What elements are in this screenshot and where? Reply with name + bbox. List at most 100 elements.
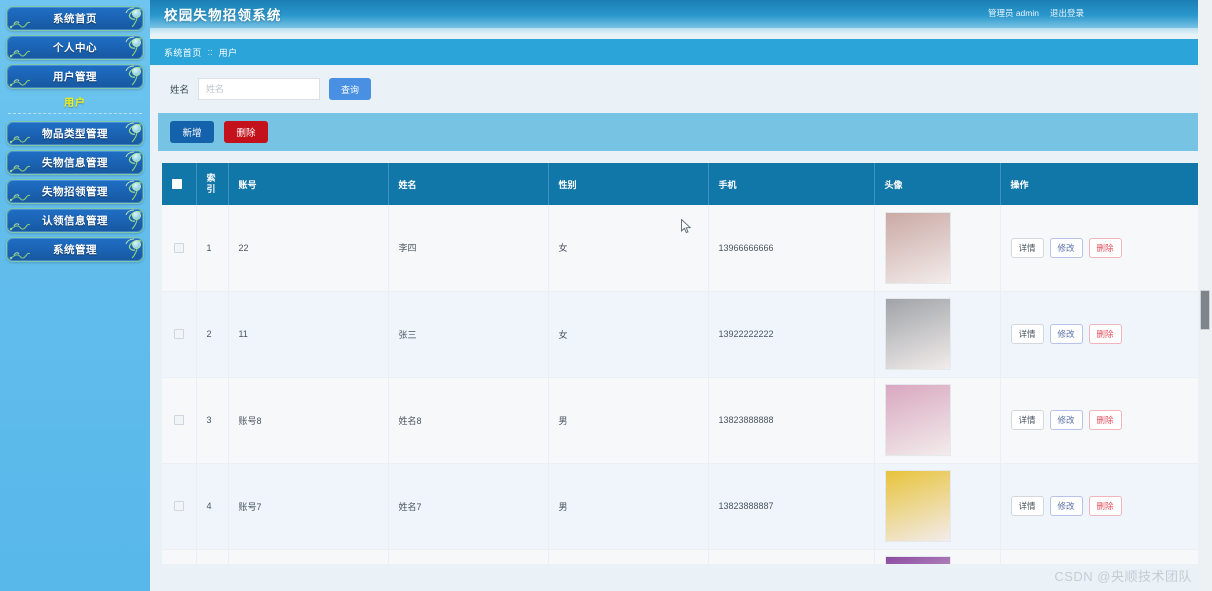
breadcrumb-current: 用户	[218, 47, 238, 58]
select-all-checkbox[interactable]	[172, 179, 182, 190]
delete-button[interactable]: 删除	[224, 121, 268, 143]
header-name: 姓名	[388, 163, 549, 205]
menu-knob-icon	[132, 9, 141, 18]
cell-account	[228, 549, 389, 564]
row-select-cell[interactable]	[162, 205, 197, 292]
table-row[interactable]: 1 22 李四女 13966666666 详情 修改 删除	[162, 205, 1200, 292]
sidebar-item-claim-info-management[interactable]: 认领信息管理	[6, 208, 144, 233]
row-checkbox[interactable]	[173, 329, 184, 340]
edit-button[interactable]: 修改	[1049, 324, 1083, 344]
sidebar-item-label: 失物招领管理	[42, 186, 108, 198]
avatar[interactable]	[884, 384, 951, 456]
detail-button[interactable]: 详情	[1010, 324, 1044, 344]
row-action-group: 详情 修改 删除	[1010, 410, 1191, 430]
table-action-bar: 新增 删除	[158, 113, 1204, 151]
vine-ornament-icon	[9, 136, 31, 144]
sidebar-item-label: 失物信息管理	[42, 157, 108, 169]
cell-avatar	[874, 549, 1001, 564]
sidebar-item-system-management[interactable]: 系统管理	[6, 237, 144, 262]
row-action-group: 详情 修改 删除	[1010, 324, 1191, 344]
user-area: 管理员 admin 退出登录	[988, 7, 1084, 19]
edit-button[interactable]: 修改	[1049, 410, 1083, 430]
sidebar-item-lost-info-management[interactable]: 失物信息管理	[6, 150, 144, 175]
menu-knob-icon	[132, 153, 141, 162]
scrollbar-thumb[interactable]	[1200, 290, 1210, 330]
content-panel: 姓名 查询 新增 删除 索引 账号	[150, 65, 1212, 591]
cell-account: 22	[228, 205, 389, 292]
cell-name: 张三	[388, 291, 549, 378]
sidebar-item-label: 系统首页	[53, 13, 97, 25]
cell-operations: 详情 修改 删除	[1000, 377, 1200, 464]
detail-button[interactable]: 详情	[1010, 237, 1044, 258]
breadcrumb-separator-icon: ::	[207, 47, 213, 57]
row-action-group: 详情 修改 删除	[1010, 496, 1191, 516]
search-button[interactable]: 查询	[329, 78, 372, 100]
avatar[interactable]	[884, 556, 951, 564]
sidebar-item-profile[interactable]: 个人中心	[6, 35, 144, 60]
sidebar-item-home[interactable]: 系统首页	[6, 6, 144, 31]
row-checkbox[interactable]	[173, 415, 184, 426]
row-delete-button[interactable]: 删除	[1088, 496, 1122, 516]
cell-operations	[1000, 549, 1200, 564]
sidebar-item-lost-found-management[interactable]: 失物招领管理	[6, 179, 144, 204]
table-row[interactable]: 4 账号7 姓名7 男 13823888887 详情 修改 删除	[162, 463, 1200, 550]
search-input[interactable]	[198, 78, 321, 100]
cell-phone: 13966666666	[708, 205, 875, 292]
sidebar-top-group: 系统首页个人中心用户管理	[6, 6, 144, 89]
row-select-cell[interactable]	[162, 377, 197, 464]
logout-link[interactable]: 退出登录	[1050, 7, 1084, 19]
table-row[interactable]: 3 账号8 姓名8 男 13823888888 详情 修改 删除	[162, 377, 1200, 464]
cell-index: 4	[196, 463, 229, 550]
table-body: 1 22 李四女 13966666666 详情 修改 删除 2 11 张三女 13922222222…	[162, 205, 1200, 564]
row-checkbox[interactable]	[173, 501, 184, 512]
cell-name: 李四	[388, 205, 549, 292]
cell-name	[388, 549, 549, 564]
add-button[interactable]: 新增	[170, 121, 214, 143]
row-delete-button[interactable]: 删除	[1088, 237, 1122, 258]
vine-ornament-icon	[9, 165, 31, 173]
row-action-group: 详情 修改 删除	[1010, 237, 1191, 258]
table-header-row: 索引 账号 姓名 性别 手机 头像 操作	[162, 163, 1200, 205]
sidebar-item-label: 认领信息管理	[42, 215, 108, 227]
row-checkbox[interactable]	[173, 243, 184, 254]
table-row[interactable]: 2 11 张三女 13922222222 详情 修改 删除	[162, 291, 1200, 378]
vine-ornament-icon	[9, 252, 31, 260]
sidebar-item-label: 物品类型管理	[42, 128, 108, 140]
row-select-cell[interactable]	[162, 549, 197, 564]
sidebar-item-user-management[interactable]: 用户管理	[6, 64, 144, 89]
cell-name: 姓名7	[388, 463, 549, 550]
row-select-cell[interactable]	[162, 291, 197, 378]
sidebar-item-label: 用户管理	[53, 71, 97, 83]
top-header-bar: 校园失物招领系统 管理员 admin 退出登录	[150, 0, 1212, 28]
breadcrumb-home[interactable]: 系统首页	[164, 46, 202, 59]
sidebar-item-label: 系统管理	[53, 244, 97, 256]
avatar[interactable]	[884, 470, 951, 542]
row-delete-button[interactable]: 删除	[1088, 324, 1122, 344]
sidebar: 系统首页个人中心用户管理 用户 物品类型管理 失物信息管理 失物招领管理 认领信息管理…	[0, 0, 150, 591]
cell-gender	[548, 549, 709, 564]
detail-button[interactable]: 详情	[1010, 496, 1044, 516]
cell-avatar	[874, 205, 1001, 292]
avatar[interactable]	[884, 211, 951, 284]
header-select-all[interactable]	[162, 163, 197, 205]
cell-avatar	[874, 463, 1001, 550]
sidebar-bottom-group: 物品类型管理 失物信息管理 失物招领管理 认领信息管理 系统管理	[6, 121, 144, 262]
header-phone: 手机	[708, 163, 875, 205]
avatar[interactable]	[884, 298, 951, 370]
cell-phone: 13823888888	[708, 377, 875, 464]
search-field-label: 姓名	[170, 85, 190, 96]
menu-knob-icon	[132, 182, 141, 191]
page-scrollbar[interactable]	[1198, 0, 1212, 591]
cell-gender: 男	[548, 463, 709, 550]
detail-button[interactable]: 详情	[1010, 410, 1044, 430]
edit-button[interactable]: 修改	[1049, 237, 1083, 258]
application-window: 系统首页 个人中心 用户管理 用户 物品类型管理 失物信息管理 失物招领管理 认领信息管理…	[0, 0, 1212, 591]
sidebar-active-sub-label: 用户	[64, 98, 86, 109]
edit-button[interactable]: 修改	[1049, 496, 1083, 516]
sidebar-item-item-type-management[interactable]: 物品类型管理	[6, 121, 144, 146]
row-select-cell[interactable]	[162, 463, 197, 550]
table-row[interactable]	[162, 549, 1200, 564]
cell-operations: 详情 修改 删除	[1000, 205, 1200, 292]
row-delete-button[interactable]: 删除	[1088, 410, 1122, 430]
sidebar-item-label: 个人中心	[53, 42, 97, 54]
